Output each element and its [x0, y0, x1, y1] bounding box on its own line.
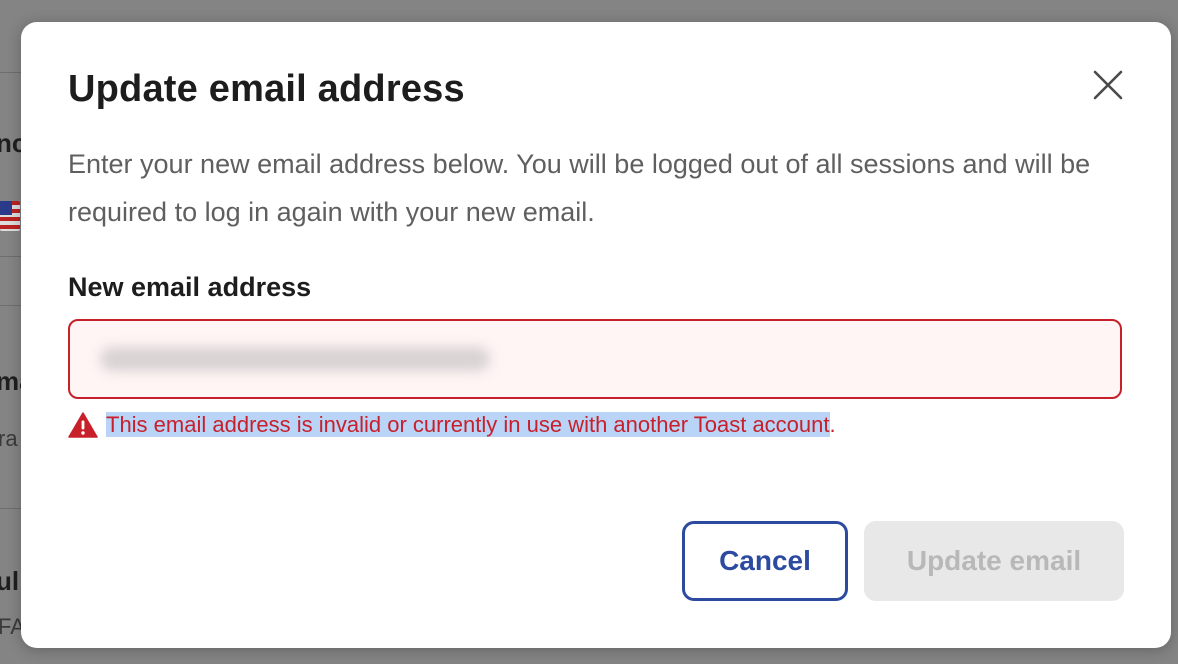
close-button[interactable]	[1093, 70, 1123, 100]
error-message: This email address is invalid or current…	[68, 408, 836, 442]
background-text: ra	[0, 426, 18, 451]
flag-icon	[0, 201, 20, 231]
warning-icon	[68, 412, 98, 438]
update-email-modal: Update email address Enter your new emai…	[21, 22, 1171, 648]
error-text: This email address is invalid or current…	[106, 412, 836, 438]
background-text: ul	[0, 566, 20, 596]
email-field-container	[68, 319, 1122, 399]
email-field-label: New email address	[68, 272, 312, 302]
close-icon	[1093, 70, 1123, 100]
cancel-button[interactable]: Cancel	[682, 521, 848, 601]
error-text-selected: This email address is invalid or current…	[106, 412, 830, 437]
error-text-tail: .	[829, 412, 836, 437]
email-field[interactable]	[70, 321, 1120, 397]
update-email-button[interactable]: Update email	[864, 521, 1124, 601]
modal-title: Update email address	[68, 68, 465, 110]
modal-description: Enter your new email address below. You …	[68, 149, 1091, 227]
